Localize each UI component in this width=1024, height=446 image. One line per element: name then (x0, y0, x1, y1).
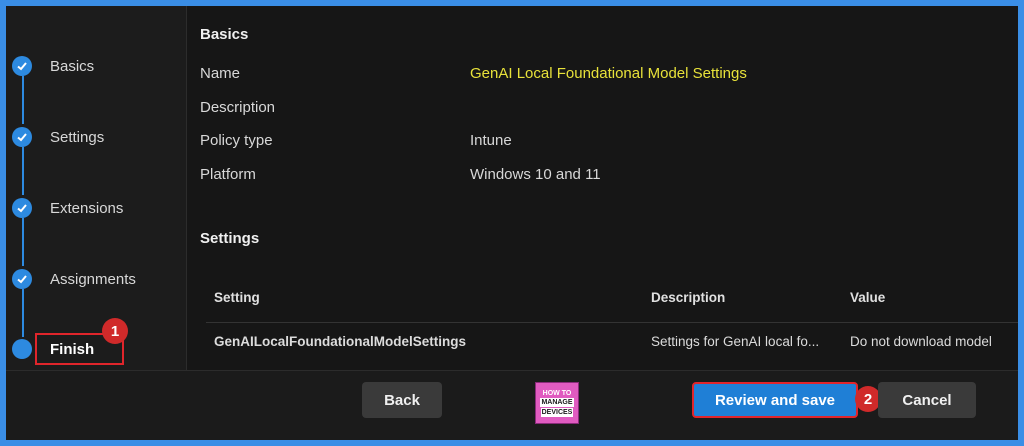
logo-line: MANAGE (540, 398, 574, 407)
platform-value: Windows 10 and 11 (470, 166, 601, 183)
check-icon (12, 127, 32, 147)
name-label: Name (200, 65, 241, 82)
check-icon (12, 269, 32, 289)
step-label: Extensions (50, 199, 124, 217)
section-title-basics: Basics (200, 26, 249, 43)
annotation-badge: 1 (102, 318, 128, 344)
cancel-button[interactable]: Cancel (878, 382, 976, 418)
step-connector (22, 147, 24, 195)
column-header-value[interactable]: Value (850, 290, 885, 305)
logo-line: DEVICES (540, 408, 574, 417)
review-panel: Basics Name GenAI Local Foundational Mod… (188, 6, 1018, 370)
setting-description-cell: Settings for GenAI local fo... (651, 334, 820, 349)
setting-name-cell: GenAILocalFoundationalModelSettings (214, 334, 467, 349)
table-divider (206, 322, 1018, 323)
step-connector (22, 218, 24, 266)
step-label: Assignments (50, 270, 136, 288)
step-assignments[interactable]: Assignments (12, 267, 136, 291)
section-title-settings: Settings (200, 230, 260, 247)
check-icon (12, 198, 32, 218)
current-step-dot-icon (12, 339, 32, 359)
step-connector (22, 76, 24, 124)
review-and-save-button[interactable]: Review and save (692, 382, 858, 418)
policy-type-value: Intune (470, 132, 512, 149)
wizard-steps-sidebar: Basics Settings Extensions Assignments F… (6, 6, 187, 370)
column-header-setting[interactable]: Setting (214, 290, 260, 305)
logo-line: HOW TO (542, 390, 572, 397)
setting-value-cell: Do not download model (850, 334, 992, 349)
step-settings[interactable]: Settings (12, 125, 104, 149)
name-value: GenAI Local Foundational Model Settings (470, 65, 747, 82)
policy-type-label: Policy type (200, 132, 273, 149)
platform-label: Platform (200, 166, 256, 183)
step-extensions[interactable]: Extensions (12, 196, 123, 220)
wizard-frame: Basics Settings Extensions Assignments F… (6, 6, 1018, 440)
column-header-description[interactable]: Description (651, 290, 725, 305)
step-basics[interactable]: Basics (12, 54, 94, 78)
step-label: Basics (50, 57, 95, 75)
how-to-manage-devices-logo: HOW TO MANAGE DEVICES (535, 382, 579, 424)
step-label: Settings (50, 128, 105, 146)
back-button[interactable]: Back (362, 382, 442, 418)
description-label: Description (200, 99, 276, 116)
check-icon (12, 56, 32, 76)
step-connector (22, 289, 24, 337)
